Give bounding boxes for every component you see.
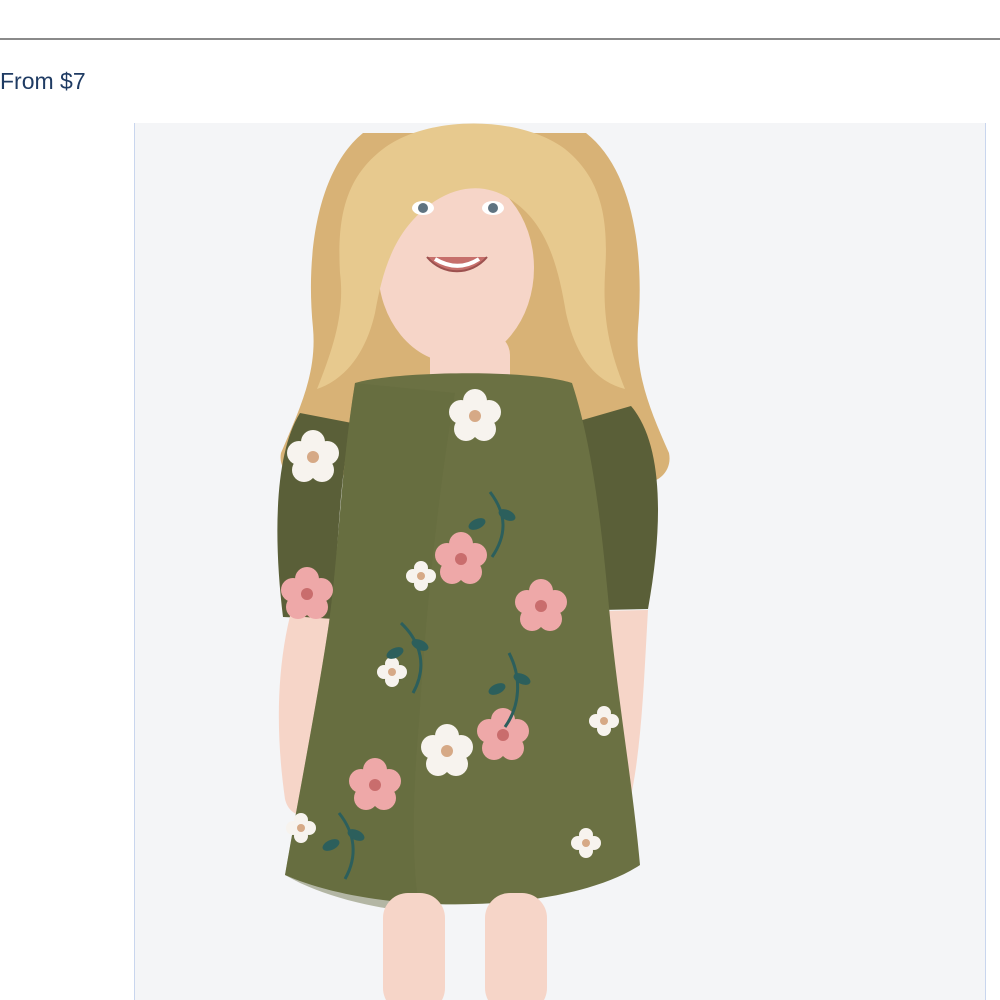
right-leg — [485, 893, 547, 1000]
product-photo-illustration — [135, 123, 985, 1000]
left-iris — [418, 203, 428, 213]
product-listing: From $7 — [0, 0, 1000, 1000]
product-image[interactable] — [134, 123, 986, 1000]
top-divider — [0, 38, 1000, 40]
right-iris — [488, 203, 498, 213]
price-label: From $7 — [0, 68, 86, 94]
left-leg — [383, 893, 445, 1000]
